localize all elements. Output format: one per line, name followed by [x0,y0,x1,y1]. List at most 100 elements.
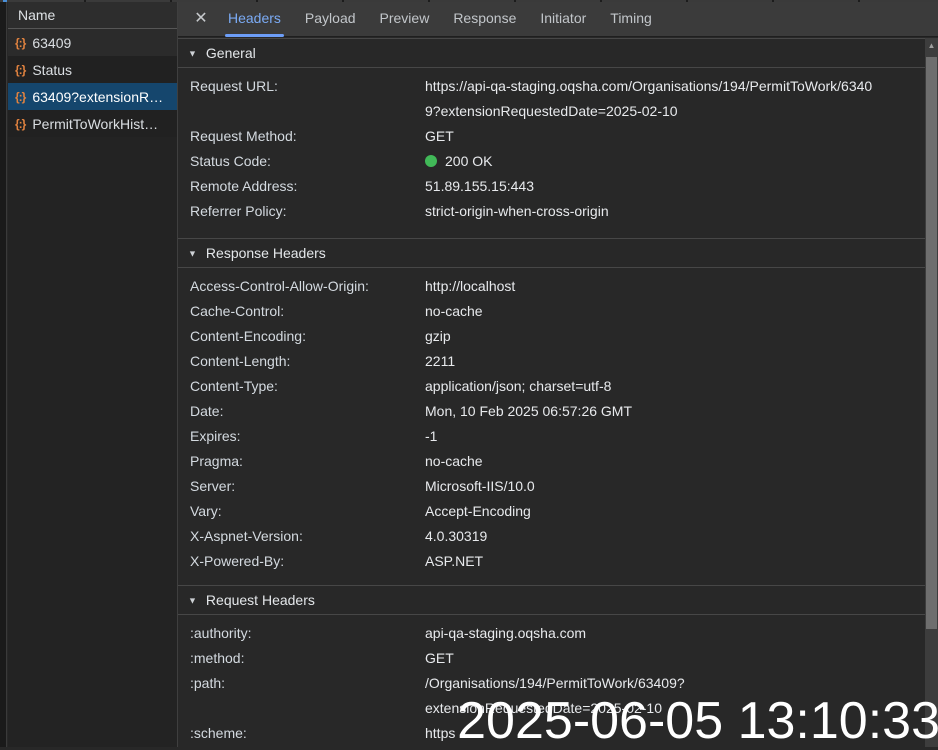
tab-timing[interactable]: Timing [598,0,664,37]
json-icon: {:} [15,62,26,77]
section-request-headers-header[interactable]: ▼ Request Headers [178,586,925,615]
scrollbar-thumb[interactable] [926,57,937,629]
disclosure-triangle-icon: ▼ [188,248,197,259]
left-rail [0,0,7,747]
header-row-server: Server: Microsoft-IIS/10.0 [178,474,925,499]
header-value: -1 [425,428,438,444]
header-name: :scheme: [190,725,247,741]
request-row-63409-extension-selected[interactable]: {:} 63409?extensionR… [8,83,177,110]
header-row-content-length: Content-Length: 2211 [178,349,925,374]
disclosure-triangle-icon: ▼ [188,595,197,606]
scrollbar[interactable]: ▲ [925,38,938,747]
json-icon: {:} [15,35,26,50]
status-code-text: 200 OK [445,153,493,169]
request-row-status[interactable]: {:} Status [8,56,177,83]
headers-content: ▼ General Request URL: https://api-qa-st… [178,38,925,747]
request-name: Status [32,61,73,78]
header-name: Content-Encoding: [190,328,306,344]
header-value: api-qa-staging.oqsha.com [425,625,587,641]
header-value: Accept-Encoding [425,503,531,519]
header-name: Content-Type: [190,378,278,394]
close-icon[interactable]: ✕ [186,8,216,28]
header-name: Server: [190,478,236,494]
disclosure-triangle-icon: ▼ [188,48,197,59]
header-name: Content-Length: [190,353,291,369]
details-tabbar: ✕ Headers Payload Preview Response Initi… [178,0,938,37]
header-name: Pragma: [190,453,243,469]
header-name: :path: [190,675,226,691]
request-row-permittoworkhistory[interactable]: {:} PermitToWorkHist… [8,110,177,137]
request-name: PermitToWorkHist… [32,115,159,132]
tab-headers[interactable]: Headers [216,0,293,37]
section-title: Request Headers [205,592,315,608]
network-grid-edge [0,0,938,2]
tab-payload[interactable]: Payload [293,0,368,37]
request-row-63409[interactable]: {:} 63409 [8,29,177,56]
header-value: 2211 [425,353,456,369]
header-row-cache-control: Cache-Control: no-cache [178,299,925,324]
header-value: no-cache [425,453,483,469]
header-name: Date: [190,403,224,419]
header-row-method: :method: GET [178,646,925,671]
request-name: 63409?extensionR… [32,88,164,105]
json-icon: {:} [15,89,26,104]
tab-response[interactable]: Response [441,0,528,37]
header-row-content-encoding: Content-Encoding: gzip [178,324,925,349]
header-name: Request Method: [190,128,297,144]
header-row-request-method: Request Method: GET [178,124,925,149]
header-name: Request URL: [190,78,278,94]
header-row-referrer-policy: Referrer Policy: strict-origin-when-cros… [178,199,925,224]
header-row-remote-address: Remote Address: 51.89.155.15:443 [178,174,925,199]
header-value: application/json; charset=utf-8 [425,378,612,394]
timestamp-watermark: 2025-06-05 13:10:33 [457,692,938,750]
grid-edge-highlight [3,0,7,2]
status-ok-dot-icon [425,155,437,167]
header-value: 4.0.30319 [425,528,488,544]
section-general-header[interactable]: ▼ General [178,39,925,68]
header-name: Referrer Policy: [190,203,287,219]
header-value: GET [425,650,454,666]
section-title: General [205,45,256,61]
header-value: gzip [425,328,451,344]
header-name: Status Code: [190,153,271,169]
request-details-pane: ✕ Headers Payload Preview Response Initi… [178,0,938,747]
header-value: no-cache [425,303,483,319]
header-name: :method: [190,650,245,666]
header-row-request-url: Request URL: https://api-qa-staging.oqsh… [178,74,925,124]
section-response-headers: ▼ Response Headers Access-Control-Allow-… [178,238,925,585]
header-row-date: Date: Mon, 10 Feb 2025 06:57:26 GMT [178,399,925,424]
header-value: https://api-qa-staging.oqsha.com/Organis… [425,78,873,119]
header-name: Access-Control-Allow-Origin: [190,278,369,294]
header-name: Expires: [190,428,241,444]
header-row-expires: Expires: -1 [178,424,925,449]
header-row-access-control-allow-origin: Access-Control-Allow-Origin: http://loca… [178,274,925,299]
header-name: Vary: [190,503,222,519]
header-row-x-aspnet-version: X-Aspnet-Version: 4.0.30319 [178,524,925,549]
header-value: strict-origin-when-cross-origin [425,203,609,219]
name-column-header[interactable]: Name [8,2,177,29]
request-name: 63409 [32,34,72,51]
header-row-x-powered-by: X-Powered-By: ASP.NET [178,549,925,574]
header-name: :authority: [190,625,252,641]
section-response-headers-body: Access-Control-Allow-Origin: http://loca… [178,268,925,585]
json-icon: {:} [15,116,26,131]
network-request-list: Name {:} 63409 {:} Status {:} 63409?exte… [8,2,178,747]
header-row-authority: :authority: api-qa-staging.oqsha.com [178,621,925,646]
header-row-content-type: Content-Type: application/json; charset=… [178,374,925,399]
header-row-vary: Vary: Accept-Encoding [178,499,925,524]
section-title: Response Headers [205,245,326,261]
header-row-status-code: Status Code: 200 OK [178,149,925,174]
scroll-up-icon[interactable]: ▲ [925,38,938,53]
tab-preview[interactable]: Preview [368,0,442,37]
header-value: Mon, 10 Feb 2025 06:57:26 GMT [425,403,633,419]
header-name: Cache-Control: [190,303,285,319]
header-name: X-Aspnet-Version: [190,528,303,544]
section-response-headers-header[interactable]: ▼ Response Headers [178,239,925,268]
section-general-body: Request URL: https://api-qa-staging.oqsh… [178,68,925,238]
header-name: X-Powered-By: [190,553,285,569]
header-value: 51.89.155.15:443 [425,178,534,194]
tab-initiator[interactable]: Initiator [528,0,598,37]
header-name: Remote Address: [190,178,298,194]
section-general: ▼ General Request URL: https://api-qa-st… [178,38,925,238]
header-value: Microsoft-IIS/10.0 [425,478,535,494]
